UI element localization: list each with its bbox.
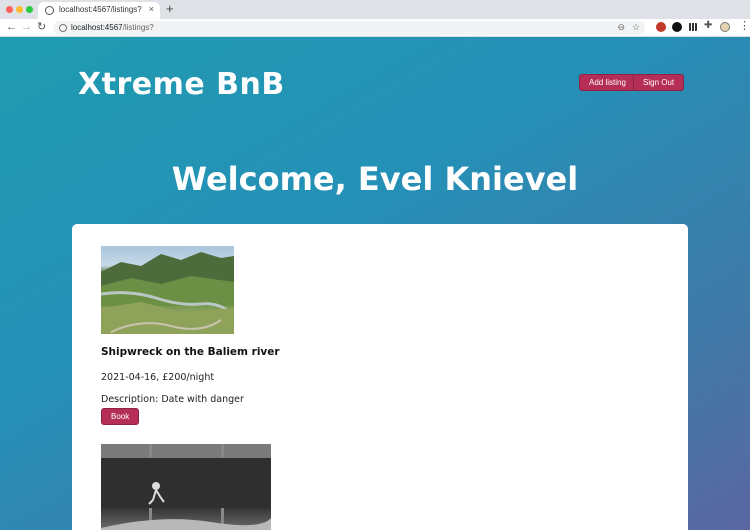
add-listing-button[interactable]: Add listing [579, 74, 636, 91]
maximize-window-icon[interactable] [26, 6, 33, 13]
site-info-icon[interactable] [59, 24, 67, 32]
browser-tab[interactable]: localhost:4567/listings? × [38, 2, 160, 19]
welcome-heading: Welcome, Evel Knievel [171, 160, 579, 198]
listings-card: Shipwreck on the Baliem river 2021-04-16… [72, 224, 688, 530]
reload-icon[interactable]: ↻ [37, 20, 46, 35]
bookmark-star-icon[interactable]: ☆ [632, 22, 640, 33]
sign-out-button[interactable]: Sign Out [633, 74, 685, 91]
listing-title: Shipwreck on the Baliem river [101, 346, 280, 358]
back-arrow-icon[interactable]: ← [6, 20, 17, 35]
page-content: Xtreme BnB Add listing Sign Out Welcome,… [0, 37, 750, 530]
book-button[interactable]: Book [101, 408, 140, 425]
url-text[interactable]: localhost:4567/listings? [71, 23, 154, 32]
new-tab-button[interactable]: + [166, 1, 174, 17]
browser-toolbar: ← → ↻ localhost:4567/listings? ⊖ ☆ ✚ ⋮ [0, 19, 750, 37]
zoom-icon[interactable]: ⊖ [617, 22, 625, 33]
extension-black-icon[interactable] [672, 22, 682, 32]
globe-icon [45, 6, 54, 15]
forward-arrow-icon[interactable]: → [21, 20, 32, 35]
browser-tabstrip: localhost:4567/listings? × + [0, 0, 750, 19]
browser-menu-icon[interactable]: ⋮ [739, 19, 750, 32]
listing-date-price: 2021-04-16, £200/night [101, 372, 215, 383]
extension-grid-icon[interactable] [689, 23, 697, 31]
listing-photo [101, 246, 234, 334]
brand-logo[interactable]: Xtreme BnB [78, 67, 285, 102]
tab-close-icon[interactable]: × [149, 4, 154, 14]
listing-photo [101, 444, 271, 530]
close-window-icon[interactable] [6, 6, 13, 13]
address-bar[interactable]: localhost:4567/listings? ⊖ ☆ [53, 21, 645, 35]
extension-red-icon[interactable] [656, 22, 666, 32]
extensions-puzzle-icon[interactable]: ✚ [704, 20, 712, 31]
tab-title: localhost:4567/listings? [59, 5, 142, 14]
minimize-window-icon[interactable] [16, 6, 23, 13]
profile-avatar-icon[interactable] [720, 22, 730, 32]
listing-description: Description: Date with danger [101, 394, 244, 405]
